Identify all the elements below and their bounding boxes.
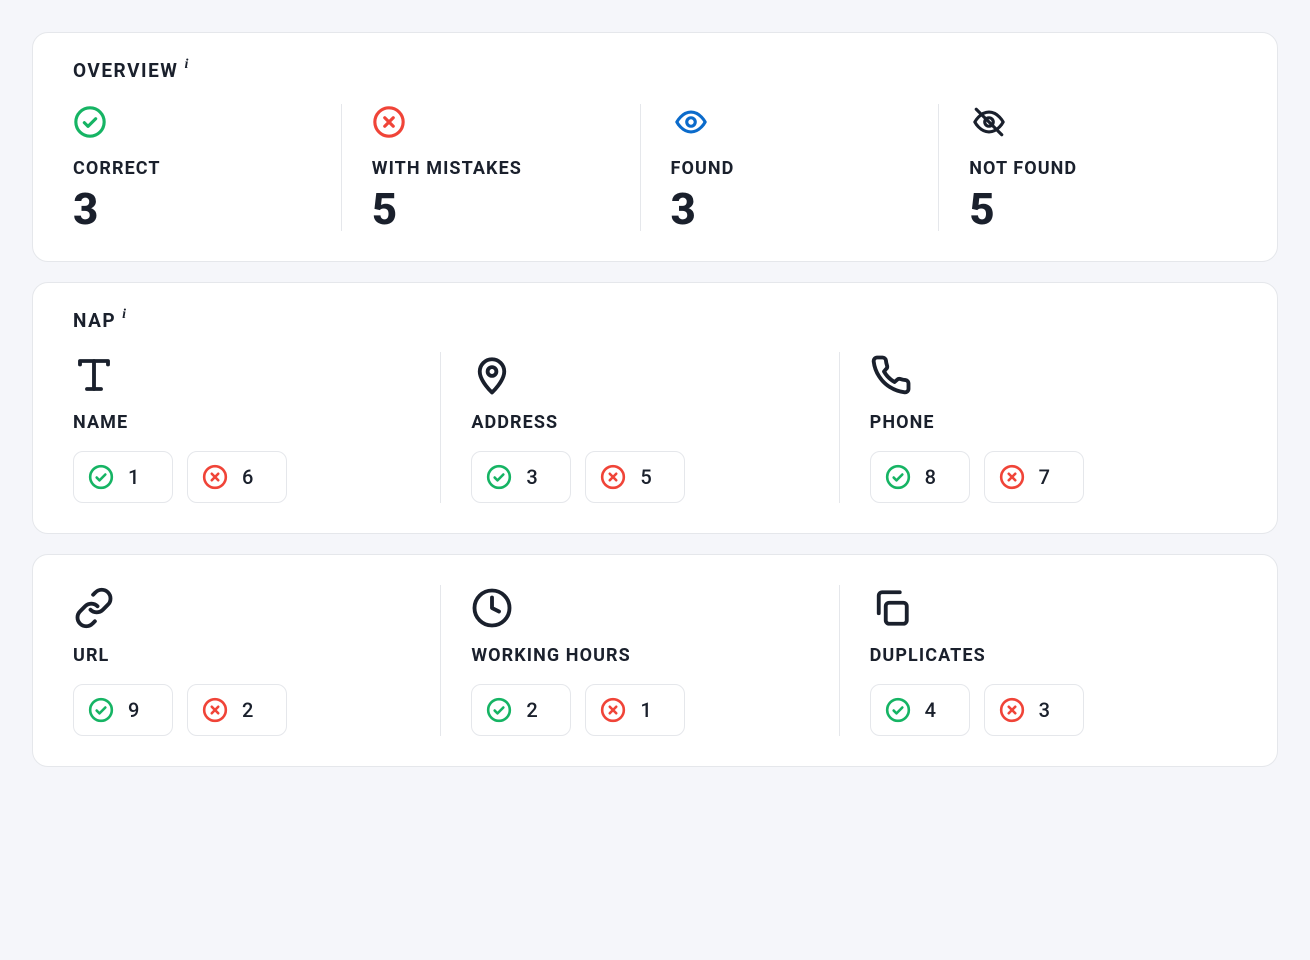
x-circle-icon [202,464,228,490]
copy-icon [870,585,1237,631]
info-icon[interactable]: i [184,57,188,73]
eye-off-icon [969,104,1237,140]
nap-phone-bad[interactable]: 7 [984,451,1084,503]
nap-duplicates-bad-value: 3 [1039,698,1050,722]
overview-correct: CORRECT 3 [73,104,341,231]
overview-notfound-label: NOT FOUND [969,158,1237,179]
nap-address-ok-value: 3 [526,465,537,489]
nap-title-row: NAP i [73,309,1237,332]
phone-icon [870,352,1237,398]
nap-hours-bad-value: 1 [640,698,651,722]
type-icon [73,352,440,398]
overview-mistakes-value: 5 [372,187,640,231]
nap-phone-label: PHONE [870,412,1237,433]
nap-address-bad-value: 5 [640,465,651,489]
x-circle-icon [999,464,1025,490]
nap-name-ok[interactable]: 1 [73,451,173,503]
overview-title: OVERVIEW [73,59,178,82]
nap-phone-ok[interactable]: 8 [870,451,970,503]
info-icon[interactable]: i [122,307,126,323]
nap-url-bad-value: 2 [242,698,253,722]
check-circle-icon [486,697,512,723]
nap-grid-1: NAME 1 6 ADDRESS 3 [73,352,1237,503]
nap-duplicates-ok[interactable]: 4 [870,684,970,736]
check-circle-icon [885,464,911,490]
x-circle-icon [600,697,626,723]
nap-url-pills: 9 2 [73,684,440,736]
nap-hours-ok[interactable]: 2 [471,684,571,736]
nap-name-ok-value: 1 [128,465,139,489]
x-circle-icon [999,697,1025,723]
overview-card: OVERVIEW i CORRECT 3 WITH MISTAKES 5 FOU… [32,32,1278,262]
nap-phone-pills: 8 7 [870,451,1237,503]
nap-address-label: ADDRESS [471,412,838,433]
nap-card-1: NAP i NAME 1 6 ADDRESS [32,282,1278,534]
nap-phone: PHONE 8 7 [839,352,1237,503]
check-circle-icon [73,104,341,140]
nap-name-bad[interactable]: 6 [187,451,287,503]
overview-found-value: 3 [671,187,939,231]
overview-title-row: OVERVIEW i [73,59,1237,82]
nap-hours-bad[interactable]: 1 [585,684,685,736]
nap-url-bad[interactable]: 2 [187,684,287,736]
nap-hours-label: WORKING HOURS [471,645,838,666]
nap-duplicates-bad[interactable]: 3 [984,684,1084,736]
nap-duplicates-label: DUPLICATES [870,645,1237,666]
nap-hours: WORKING HOURS 2 1 [440,585,838,736]
x-circle-icon [202,697,228,723]
nap-grid-2: URL 9 2 WORKING HOURS 2 [73,585,1237,736]
nap-url-label: URL [73,645,440,666]
nap-duplicates: DUPLICATES 4 3 [839,585,1237,736]
overview-mistakes-label: WITH MISTAKES [372,158,640,179]
overview-found-label: FOUND [671,158,939,179]
nap-hours-pills: 2 1 [471,684,838,736]
nap-name-label: NAME [73,412,440,433]
nap-name-bad-value: 6 [242,465,253,489]
check-circle-icon [88,697,114,723]
nap-url: URL 9 2 [73,585,440,736]
nap-duplicates-pills: 4 3 [870,684,1237,736]
nap-card-2: URL 9 2 WORKING HOURS 2 [32,554,1278,767]
x-circle-icon [600,464,626,490]
nap-duplicates-ok-value: 4 [925,698,936,722]
link-icon [73,585,440,631]
nap-address-pills: 3 5 [471,451,838,503]
overview-grid: CORRECT 3 WITH MISTAKES 5 FOUND 3 NOT FO… [73,104,1237,231]
x-circle-icon [372,104,640,140]
overview-mistakes: WITH MISTAKES 5 [341,104,640,231]
nap-name: NAME 1 6 [73,352,440,503]
eye-icon [671,104,939,140]
overview-notfound: NOT FOUND 5 [938,104,1237,231]
overview-correct-value: 3 [73,187,341,231]
nap-name-pills: 1 6 [73,451,440,503]
nap-hours-ok-value: 2 [526,698,537,722]
nap-address: ADDRESS 3 5 [440,352,838,503]
clock-icon [471,585,838,631]
nap-address-bad[interactable]: 5 [585,451,685,503]
nap-url-ok-value: 9 [128,698,139,722]
overview-found: FOUND 3 [640,104,939,231]
overview-notfound-value: 5 [969,187,1237,231]
overview-correct-label: CORRECT [73,158,341,179]
nap-address-ok[interactable]: 3 [471,451,571,503]
check-circle-icon [885,697,911,723]
nap-title: NAP [73,309,116,332]
check-circle-icon [486,464,512,490]
nap-phone-bad-value: 7 [1039,465,1050,489]
check-circle-icon [88,464,114,490]
map-pin-icon [471,352,838,398]
nap-phone-ok-value: 8 [925,465,936,489]
nap-url-ok[interactable]: 9 [73,684,173,736]
